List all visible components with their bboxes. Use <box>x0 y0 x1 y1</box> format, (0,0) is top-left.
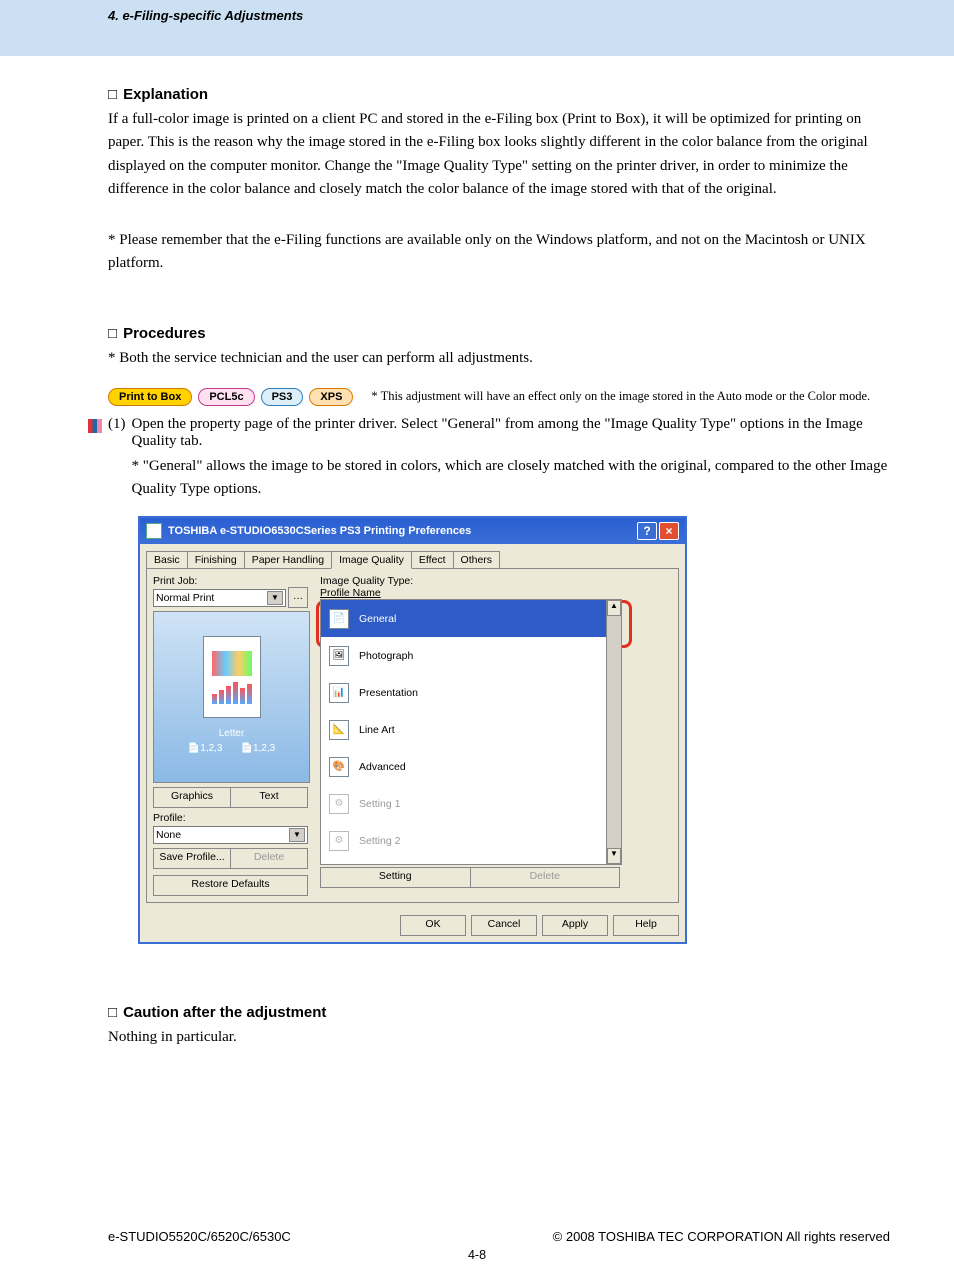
iqt-item-setting-2[interactable]: ⚙Setting 2 <box>321 822 621 859</box>
preview-page-icon <box>203 636 261 718</box>
dialog-footer: OK Cancel Apply Help <box>140 909 685 942</box>
restore-defaults-button[interactable]: Restore Defaults <box>153 875 308 896</box>
iqt-listbox[interactable]: 📄General 🖼Photograph 📊Presentation 📐Line… <box>320 599 622 865</box>
iqt-item-general[interactable]: 📄General <box>321 600 621 637</box>
iqt-delete-button[interactable]: Delete <box>470 867 621 888</box>
tab-basic[interactable]: Basic <box>146 551 188 569</box>
breadcrumb: 4. e-Filing-specific Adjustments <box>108 8 303 23</box>
badge-ps3: PS3 <box>261 388 304 406</box>
step-marker-icon <box>88 419 102 433</box>
scroll-up-icon[interactable]: ▲ <box>607 600 621 616</box>
text-button[interactable]: Text <box>230 787 308 808</box>
badge-pcl5c: PCL5c <box>198 388 254 406</box>
badge-print-to-box: Print to Box <box>108 388 192 406</box>
line-art-icon: 📐 <box>329 720 349 740</box>
save-profile-button[interactable]: Save Profile... <box>153 848 231 869</box>
close-icon[interactable]: × <box>659 522 679 540</box>
page-preview: Letter 📄1,2,3 📄1,2,3 <box>153 611 310 783</box>
cancel-button[interactable]: Cancel <box>471 915 537 936</box>
explanation-body: If a full-color image is printed on a cl… <box>108 108 890 201</box>
iqt-item-advanced[interactable]: 🎨Advanced <box>321 748 621 785</box>
presentation-icon: 📊 <box>329 683 349 703</box>
preview-count-right: 📄1,2,3 <box>241 743 276 754</box>
preview-count-left: 📄1,2,3 <box>188 743 223 754</box>
chevron-down-icon[interactable]: ▼ <box>267 591 283 605</box>
dialog-help-button[interactable]: Help <box>613 915 679 936</box>
delete-profile-button[interactable]: Delete <box>230 848 308 869</box>
badge-side-note: * This adjustment will have an effect on… <box>371 388 890 406</box>
setting-icon: ⚙ <box>329 831 349 851</box>
tab-finishing[interactable]: Finishing <box>187 551 245 569</box>
chevron-down-icon[interactable]: ▼ <box>289 828 305 842</box>
badge-xps: XPS <box>309 388 353 406</box>
section-caution-title: Caution after the adjustment <box>108 1004 890 1021</box>
step-1-text: Open the property page of the printer dr… <box>132 416 863 449</box>
profile-name-label: Profile Name <box>320 587 672 599</box>
procedures-note: * Both the service technician and the us… <box>108 347 890 370</box>
profile-select[interactable]: None▼ <box>153 826 308 844</box>
tab-others[interactable]: Others <box>453 551 501 569</box>
badge-row: Print to Box PCL5c PS3 XPS * This adjust… <box>108 388 890 406</box>
print-job-more-button[interactable]: … <box>288 587 308 608</box>
tab-strip: Basic Finishing Paper Handling Image Qua… <box>146 550 679 568</box>
ok-button[interactable]: OK <box>400 915 466 936</box>
iqt-item-photograph[interactable]: 🖼Photograph <box>321 637 621 674</box>
iqt-item-setting-1[interactable]: ⚙Setting 1 <box>321 785 621 822</box>
footer-left: e-STUDIO5520C/6520C/6530C <box>108 1229 291 1244</box>
iqt-item-line-art[interactable]: 📐Line Art <box>321 711 621 748</box>
scrollbar[interactable]: ▲ ▼ <box>606 600 621 864</box>
header-band: 4. e-Filing-specific Adjustments <box>0 0 954 56</box>
dialog-title: TOSHIBA e-STUDIO6530CSeries PS3 Printing… <box>168 525 471 537</box>
print-job-select[interactable]: Normal Print▼ <box>153 589 286 607</box>
step-1: (1) Open the property page of the printe… <box>88 416 890 507</box>
step-number: (1) <box>108 416 126 507</box>
setting-icon: ⚙ <box>329 794 349 814</box>
section-procedures-title: Procedures <box>108 325 890 342</box>
graphics-button[interactable]: Graphics <box>153 787 231 808</box>
iqt-item-presentation[interactable]: 📊Presentation <box>321 674 621 711</box>
print-job-label: Print Job: <box>153 575 308 587</box>
scroll-down-icon[interactable]: ▼ <box>607 848 621 864</box>
preview-paper-size: Letter <box>219 728 245 739</box>
page-number: 4-8 <box>0 1248 954 1262</box>
tab-image-quality[interactable]: Image Quality <box>331 551 412 569</box>
photograph-icon: 🖼 <box>329 646 349 666</box>
explanation-note: * Please remember that the e-Filing func… <box>108 229 890 276</box>
profile-label: Profile: <box>153 812 308 824</box>
page-footer: e-STUDIO5520C/6520C/6530C © 2008 TOSHIBA… <box>108 1229 890 1244</box>
printing-preferences-dialog: TOSHIBA e-STUDIO6530CSeries PS3 Printing… <box>138 516 687 944</box>
apply-button[interactable]: Apply <box>542 915 608 936</box>
advanced-icon: 🎨 <box>329 757 349 777</box>
step-1-subnote: * "General" allows the image to be store… <box>132 455 891 502</box>
iqt-setting-button[interactable]: Setting <box>320 867 471 888</box>
tab-effect[interactable]: Effect <box>411 551 454 569</box>
section-explanation-title: Explanation <box>108 86 890 103</box>
tab-paper-handling[interactable]: Paper Handling <box>244 551 332 569</box>
footer-right: © 2008 TOSHIBA TEC CORPORATION All right… <box>553 1229 890 1244</box>
app-icon <box>146 523 162 539</box>
help-icon[interactable]: ? <box>637 522 657 540</box>
caution-body: Nothing in particular. <box>108 1026 890 1049</box>
dialog-titlebar: TOSHIBA e-STUDIO6530CSeries PS3 Printing… <box>140 518 685 544</box>
general-icon: 📄 <box>329 609 349 629</box>
iqt-label: Image Quality Type: <box>320 575 672 587</box>
